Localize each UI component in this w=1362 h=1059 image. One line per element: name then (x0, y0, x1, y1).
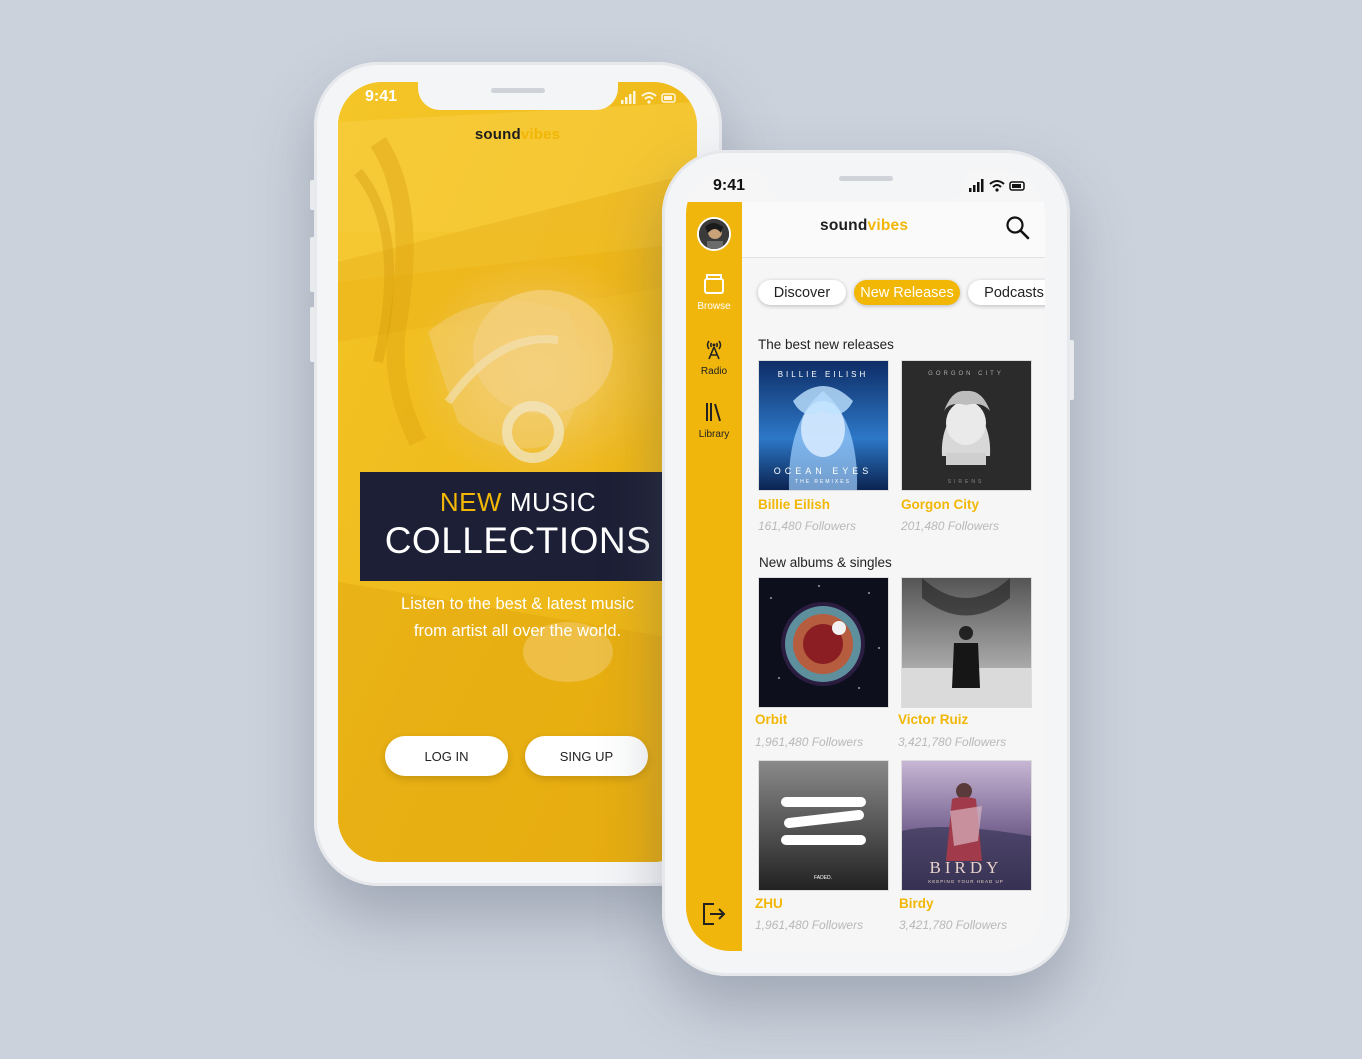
album-cover-gorgon-city: GORGON CITY SIRENS (901, 360, 1032, 491)
sidebar-item-browse[interactable]: Browse (686, 272, 742, 312)
status-time: 9:41 (365, 88, 398, 105)
tab-discover[interactable]: Discover (758, 280, 846, 305)
follower-count: 1,961,480 Followers (755, 918, 864, 932)
follower-count: 161,480 Followers (758, 519, 857, 533)
avatar[interactable] (697, 217, 731, 251)
browse-icon (704, 274, 724, 294)
artist-name[interactable]: Orbit (755, 712, 787, 727)
cover-text-sub: KEEPING YOUR HEAD UP (928, 879, 1003, 884)
artist-name[interactable]: Birdy (899, 896, 934, 911)
album-cover-victor-ruiz (901, 577, 1032, 708)
follower-count: 1,961,480 Followers (755, 735, 864, 749)
cover-text-top: GORGON CITY (928, 371, 1004, 377)
hero-banner: NEW MUSIC COLLECTIONS (360, 472, 690, 581)
banner-title-line1: NEW MUSIC (439, 487, 597, 517)
status-icons (969, 179, 1025, 192)
search-icon[interactable] (1005, 215, 1031, 241)
follower-count: 3,421,780 Followers (899, 918, 1008, 932)
banner-title-line2: COLLECTIONS (384, 520, 652, 561)
login-button[interactable]: LOG IN (385, 736, 508, 776)
cover-text-bottom: SIRENS (948, 479, 985, 485)
status-time: 9:41 (713, 177, 746, 194)
cover-text: BIRDY (930, 858, 1003, 877)
releases-screen: 9:41 Browse Radio Library soundvibes Dis… (686, 170, 1045, 951)
sidebar-item-library[interactable]: Library (686, 400, 742, 440)
notch (418, 80, 618, 110)
album-cover-billie-eilish: BILLIE EILISH OCEAN EYES THE REMIXES (758, 360, 889, 491)
cover-text-top: BILLIE EILISH (778, 370, 869, 379)
hero-subtitle-line1: Listen to the best & latest music (401, 595, 634, 613)
avatar-photo (699, 219, 729, 249)
album-cover-orbit (758, 577, 889, 708)
section-title-new-albums: New albums & singles (759, 555, 892, 570)
signup-button[interactable]: SING UP (525, 736, 648, 776)
hero-subtitle-line2: from artist all over the world. (413, 622, 622, 640)
follower-count: 201,480 Followers (901, 519, 1000, 533)
welcome-phone: 9:41 soundvibes NEW MUSIC COLLECTIONS Li… (310, 62, 722, 886)
brand-logo: soundvibes (474, 126, 561, 143)
welcome-screen: 9:41 soundvibes NEW MUSIC COLLECTIONS Li… (338, 82, 697, 862)
section-title-best-releases: The best new releases (758, 337, 894, 352)
library-icon (706, 403, 721, 422)
logout-icon[interactable] (700, 900, 728, 928)
sidebar: Browse Radio Library (686, 202, 742, 951)
artist-name[interactable]: Billie Eilish (758, 497, 830, 512)
notch (766, 168, 966, 200)
status-icons (621, 91, 676, 104)
radio-tower-icon (706, 340, 722, 360)
releases-phone: 9:41 Browse Radio Library soundvibes Dis… (662, 150, 1074, 976)
cover-text-bottom: OCEAN EYES (774, 466, 873, 476)
header: soundvibes (742, 202, 1045, 258)
artist-name[interactable]: ZHU (755, 896, 783, 911)
brand-logo: soundvibes (820, 217, 909, 234)
cover-text-sub: THE REMIXES (795, 479, 851, 485)
tab-podcasts[interactable]: Podcasts (968, 280, 1045, 305)
artist-name[interactable]: Victor Ruiz (898, 712, 968, 727)
cover-text-bottom: FADED. (814, 875, 832, 881)
sidebar-item-radio[interactable]: Radio (686, 337, 742, 377)
artist-name[interactable]: Gorgon City (901, 497, 979, 512)
follower-count: 3,421,780 Followers (898, 735, 1007, 749)
album-cover-zhu: FADED. (758, 760, 889, 891)
album-cover-birdy: BIRDY KEEPING YOUR HEAD UP (901, 760, 1032, 891)
tab-new-releases[interactable]: New Releases (854, 280, 960, 305)
